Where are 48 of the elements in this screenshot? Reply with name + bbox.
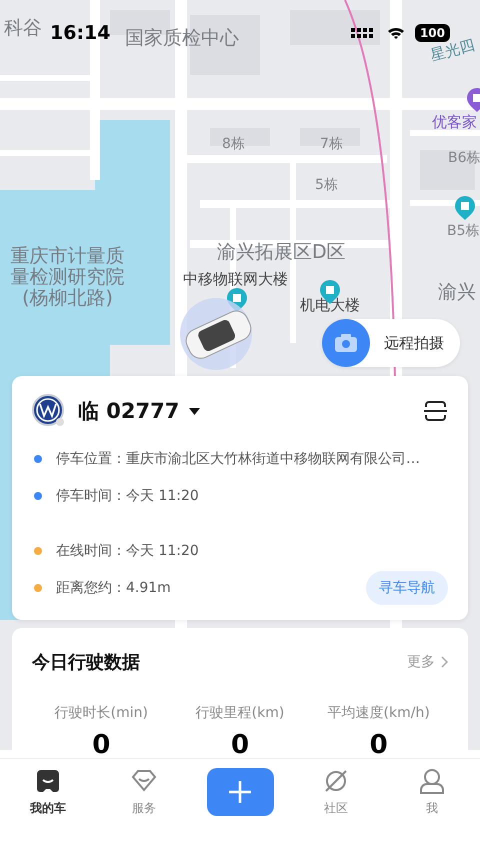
scan-icon[interactable] — [423, 399, 448, 424]
caret-icon — [189, 408, 200, 415]
more-link[interactable]: 更多 — [407, 653, 448, 672]
tab-item[interactable]: 服务 — [96, 768, 192, 818]
map-label: 科谷 — [4, 18, 42, 39]
signal-icon — [350, 28, 373, 38]
map-label: 5栋 — [315, 178, 338, 194]
chevron-right-icon — [441, 656, 448, 668]
remote-photo-button[interactable]: 远程拍摄 — [322, 319, 460, 368]
map-label: 8栋 — [222, 137, 245, 152]
map-label: 渝兴拓展区D区 — [217, 242, 346, 263]
stat-value: 0 — [230, 732, 250, 758]
info-label: 停车位置： — [56, 450, 126, 468]
info-value: 今天 11:20 — [126, 486, 199, 505]
tab-item[interactable]: 我 — [384, 768, 480, 818]
info-label: 距离您约： — [56, 578, 126, 597]
info-label: 在线时间： — [56, 542, 126, 560]
map-label: 中移物联网大楼 — [183, 271, 288, 288]
info-value: 今天 11:20 — [126, 542, 199, 560]
info-value: 4.91m — [126, 580, 171, 596]
navigate-button[interactable]: 寻车导航 — [366, 570, 448, 605]
add-button[interactable] — [206, 768, 274, 816]
map-label: 渝兴 — [438, 282, 476, 303]
stat-value: 0 — [370, 732, 388, 758]
wifi-icon — [386, 25, 405, 40]
map-label: B5栋 — [447, 224, 480, 240]
tab-item[interactable]: 社区 — [288, 768, 384, 818]
tab-item[interactable]: 我的车 — [0, 768, 96, 818]
map-label: 重庆市计量质量检测研究院(杨柳北路) — [10, 246, 126, 309]
stat-label: 平均速度(km/h) — [328, 704, 430, 722]
map-label: 优客家 — [432, 114, 477, 130]
map-label: B6栋 — [448, 151, 480, 166]
section-title: 今日行驶数据 — [32, 651, 141, 674]
info-value: 重庆市渝北区大竹林街道中移物联网有限公司… — [126, 450, 420, 468]
map-label: 7栋 — [320, 137, 343, 152]
map-label: 机电大楼 — [300, 297, 360, 314]
plus-icon — [229, 781, 251, 804]
camera-icon — [334, 332, 358, 354]
status-time: 16:14 — [50, 22, 110, 44]
info-label: 停车时间： — [56, 486, 126, 505]
person-icon — [418, 768, 446, 796]
stat-label: 行驶时长(min) — [54, 704, 148, 722]
map-label: 国家质检中心 — [125, 28, 239, 49]
plate-selector[interactable]: 临 02777 — [78, 397, 200, 426]
stat-label: 行驶里程(km) — [196, 704, 284, 722]
stat-value: 0 — [92, 732, 110, 758]
brand-logo-icon — [32, 394, 66, 428]
map-pin-icon — [455, 196, 475, 220]
